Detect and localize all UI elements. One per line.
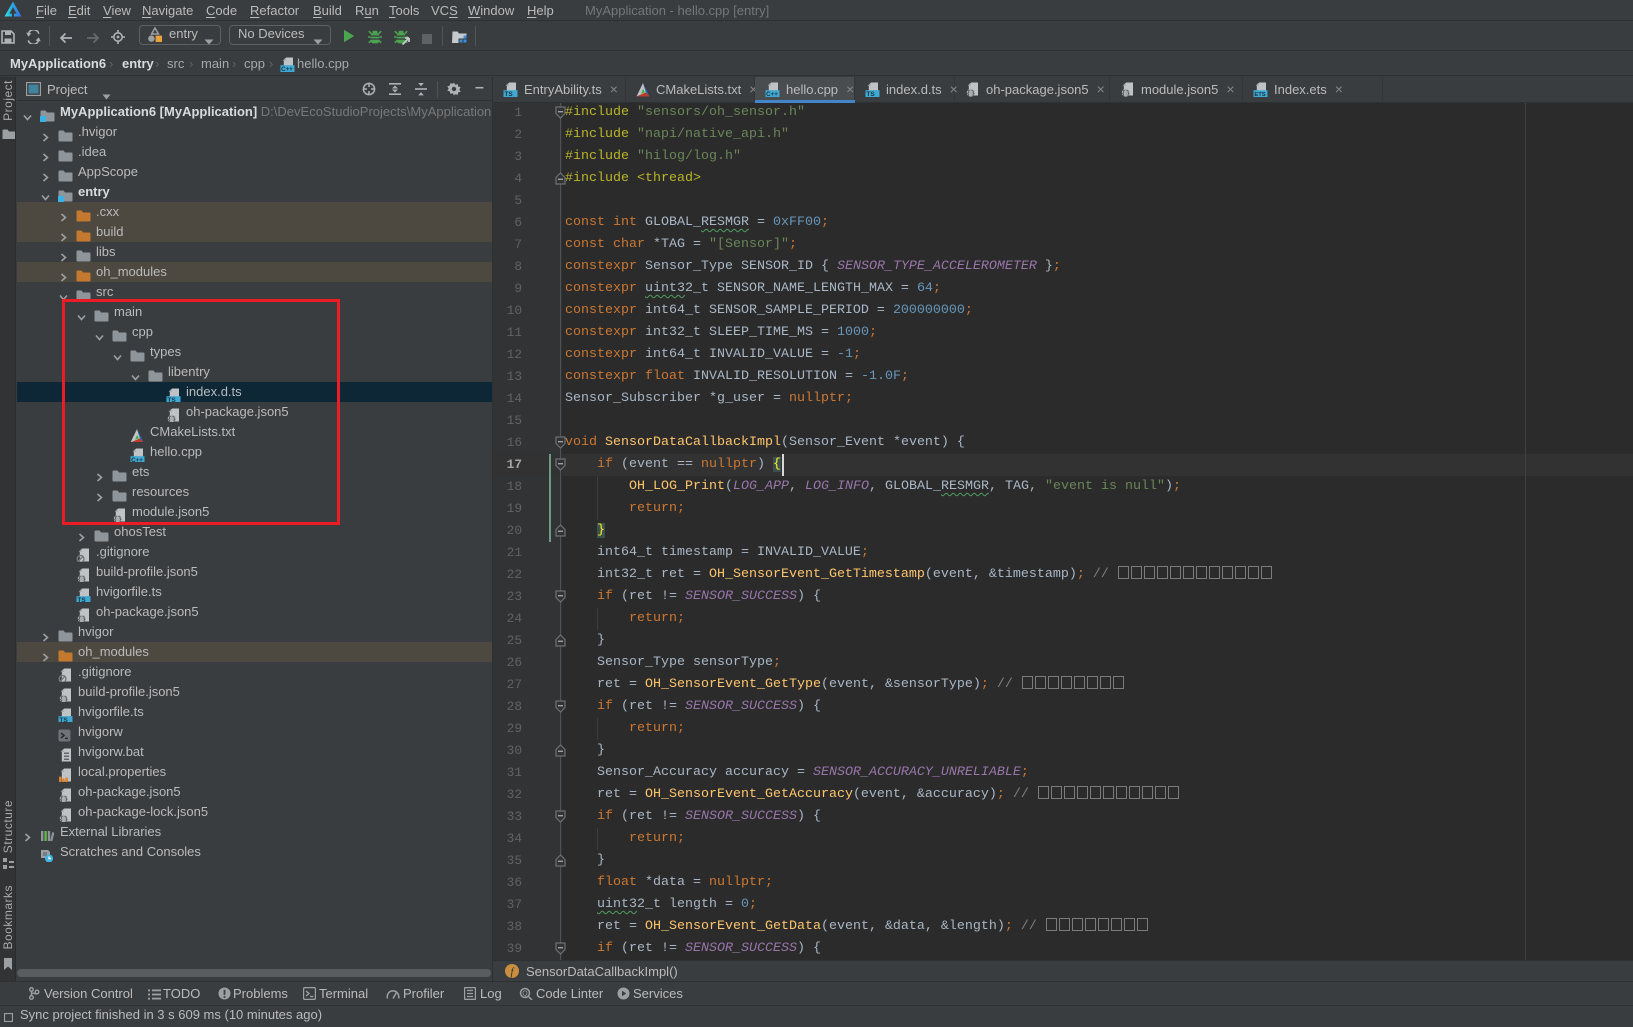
svg-text:C++: C++ bbox=[281, 66, 293, 72]
svg-text:{}: {} bbox=[966, 91, 975, 97]
svg-text:C++: C++ bbox=[766, 91, 778, 97]
svg-text:TS: TS bbox=[866, 91, 875, 97]
svg-text:ETS: ETS bbox=[1254, 92, 1265, 97]
svg-text:TS: TS bbox=[504, 91, 513, 97]
svg-text:Q: Q bbox=[522, 991, 528, 998]
svg-text:{}: {} bbox=[1121, 91, 1130, 97]
